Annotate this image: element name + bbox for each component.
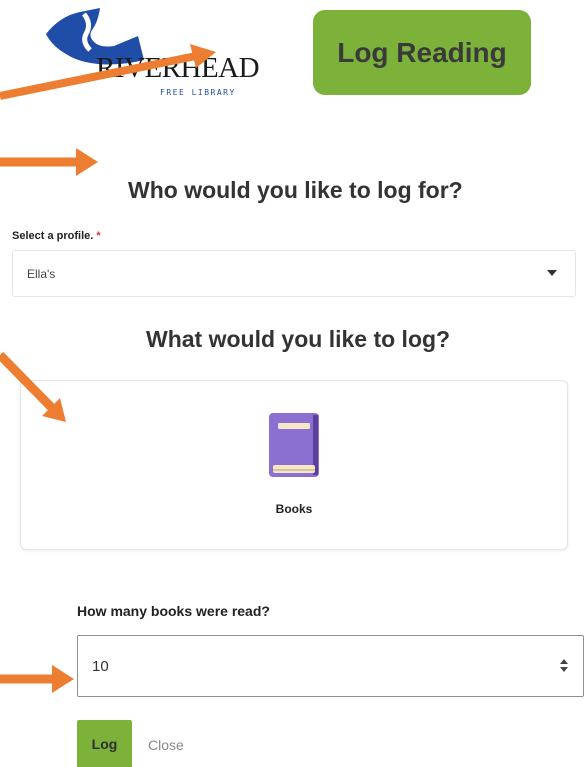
logo-subtitle: FREE LIBRARY — [160, 88, 236, 97]
books-option-card[interactable]: Books — [20, 380, 568, 550]
number-spinner[interactable] — [559, 658, 569, 674]
log-reading-button[interactable]: Log Reading — [313, 10, 531, 95]
log-button[interactable]: Log — [77, 720, 132, 767]
spin-up-icon[interactable] — [560, 659, 568, 664]
profile-select-label-text: Select a profile. — [12, 230, 94, 242]
profile-heading: Who would you like to log for? — [128, 177, 463, 203]
arrow-to-count-input — [0, 665, 74, 693]
books-count-label: How many books were read? — [77, 603, 270, 619]
books-count-input[interactable] — [78, 636, 538, 696]
profile-select-value: Ella's — [27, 267, 56, 281]
profile-select-label: Select a profile. * — [12, 230, 101, 242]
library-logo: RIVERHEAD FREE LIBRARY — [40, 6, 265, 102]
book-icon — [268, 413, 320, 477]
close-button[interactable]: Close — [148, 737, 184, 753]
caret-down-icon — [547, 270, 557, 276]
log-type-heading: What would you like to log? — [146, 326, 451, 352]
logo-wordmark: RIVERHEAD — [96, 52, 260, 84]
arrow-to-profile-heading — [0, 148, 98, 176]
log-reading-page: RIVERHEAD FREE LIBRARY Log Reading Who w… — [0, 0, 586, 767]
spin-down-icon[interactable] — [560, 667, 568, 672]
books-option-label: Books — [275, 502, 313, 516]
profile-select[interactable]: Ella's — [12, 250, 576, 297]
books-count-field — [77, 635, 584, 697]
required-marker: * — [96, 230, 101, 242]
